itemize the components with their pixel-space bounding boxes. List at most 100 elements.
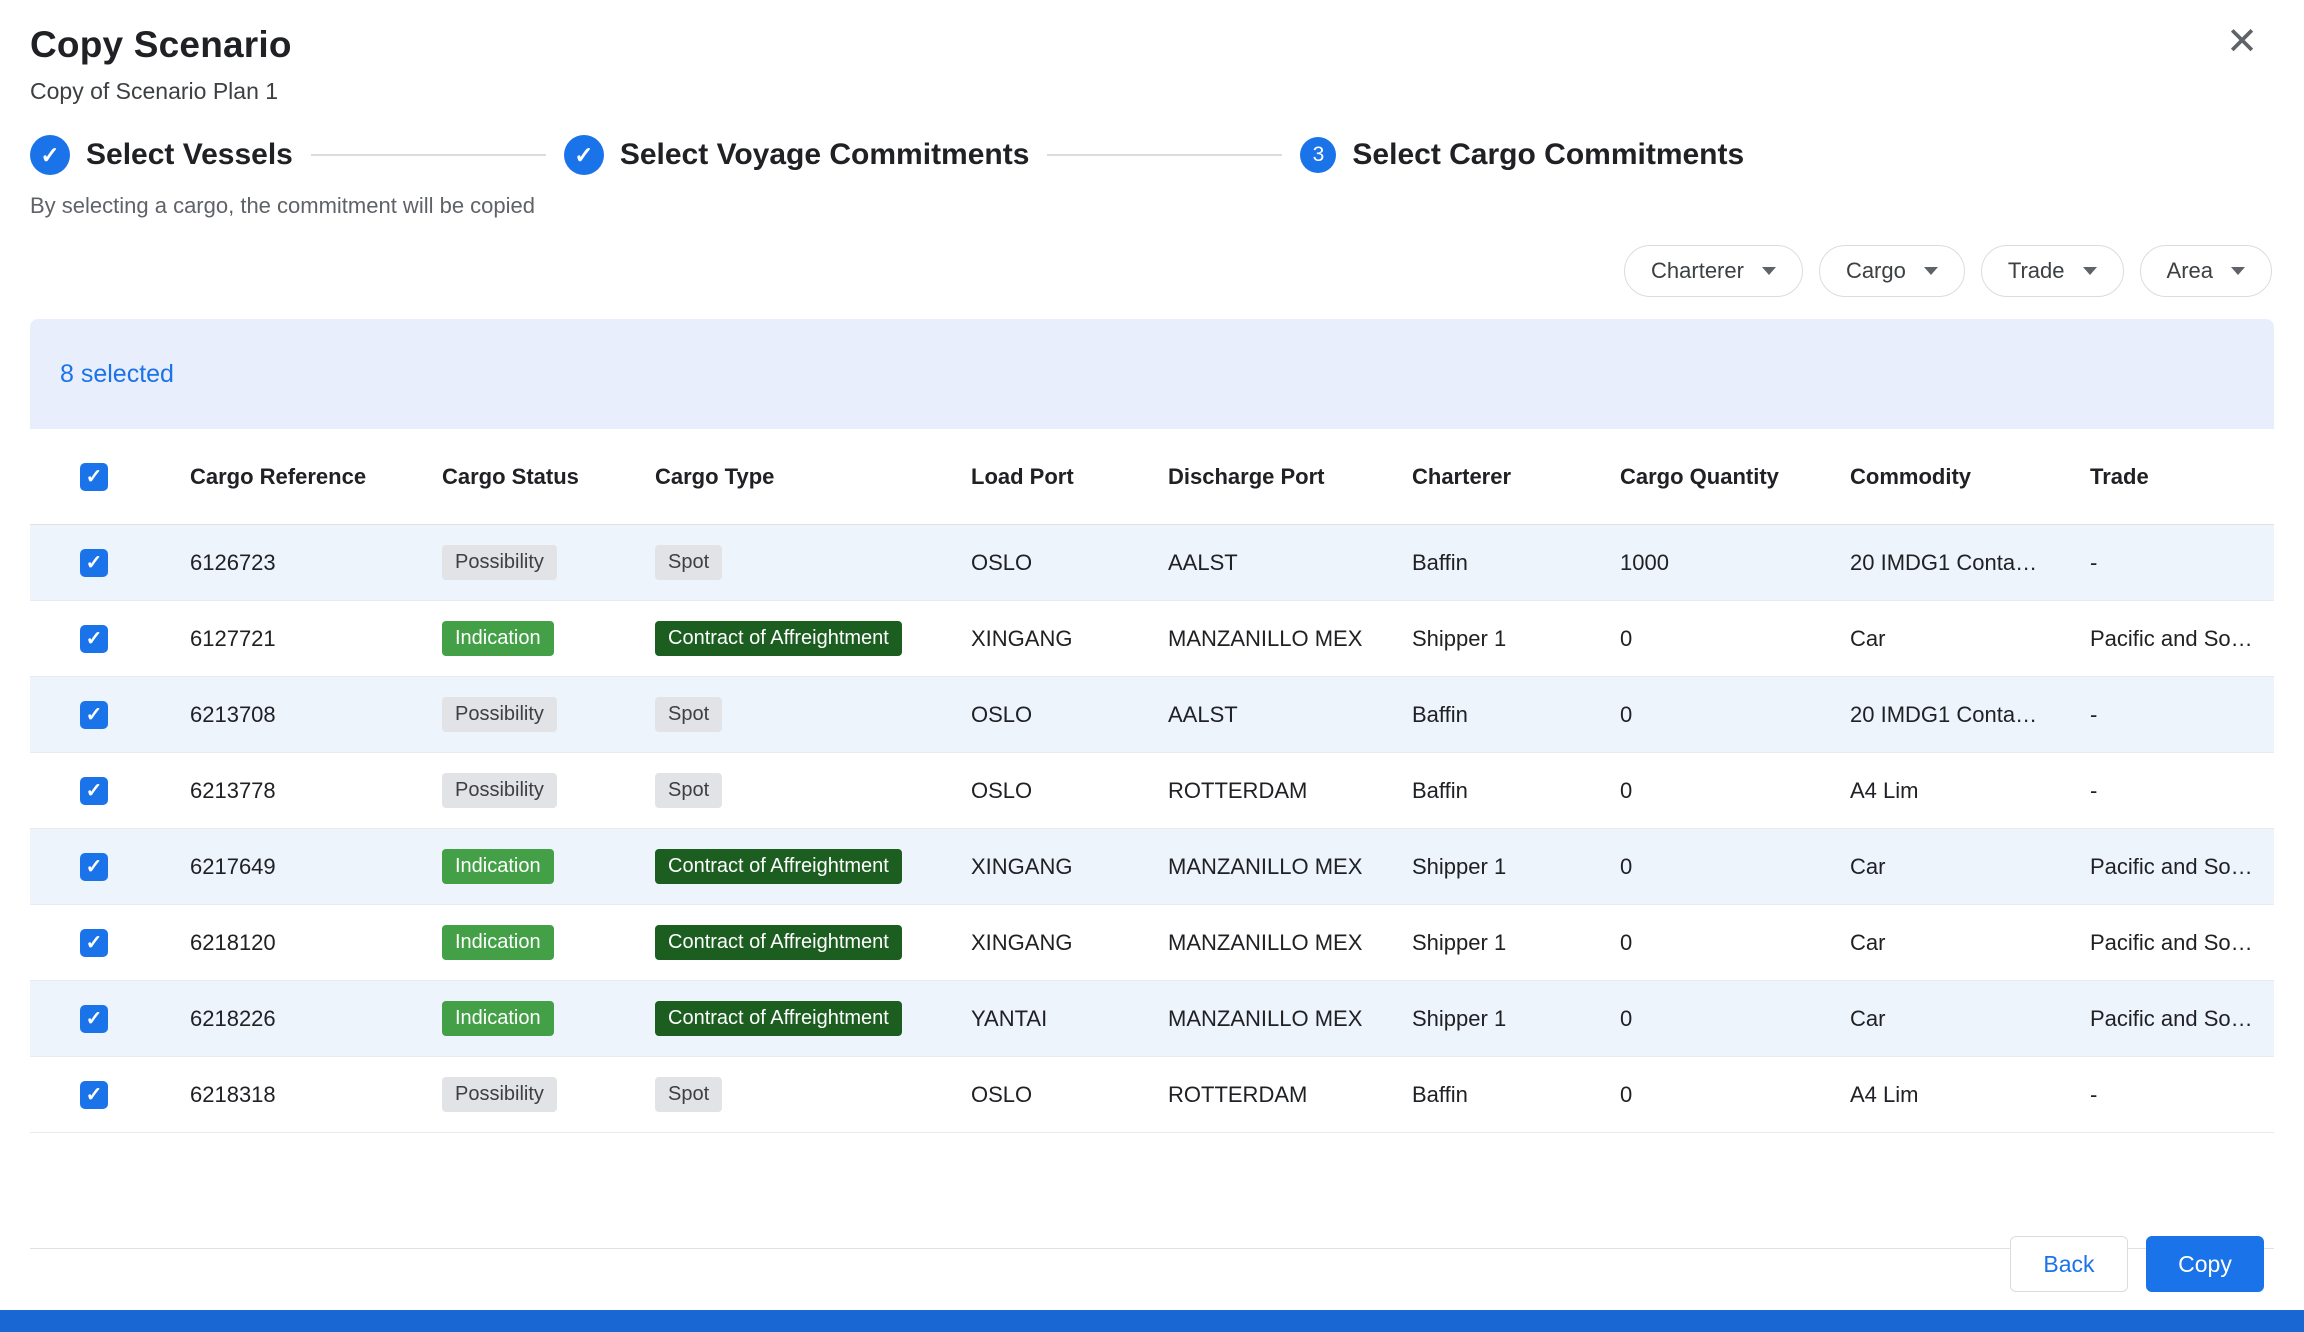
charterer-value: Shipper 1 bbox=[1412, 854, 1620, 880]
filter-charterer[interactable]: Charterer bbox=[1624, 245, 1803, 297]
discharge-port-value: MANZANILLO MEX bbox=[1168, 626, 1412, 652]
load-port-value: OSLO bbox=[971, 702, 1168, 728]
table-row[interactable]: 6126723 Possibility Spot OSLO AALST Baff… bbox=[30, 525, 2274, 601]
cargo-status-badge: Possibility bbox=[442, 545, 557, 580]
row-checkbox[interactable] bbox=[80, 777, 108, 805]
page-title: Copy Scenario bbox=[30, 24, 2264, 66]
load-port-value: XINGANG bbox=[971, 854, 1168, 880]
step-select-voyage-commitments[interactable]: Select Voyage Commitments bbox=[564, 135, 1030, 175]
step-select-vessels[interactable]: Select Vessels bbox=[30, 135, 293, 175]
table-row[interactable]: 6218226 Indication Contract of Affreight… bbox=[30, 981, 2274, 1057]
select-all-checkbox[interactable] bbox=[80, 463, 108, 491]
table-body: 6126723 Possibility Spot OSLO AALST Baff… bbox=[30, 525, 2274, 1133]
cargo-quantity-value: 0 bbox=[1620, 1082, 1850, 1108]
trade-value: Pacific and So… bbox=[2090, 626, 2274, 652]
load-port-value: OSLO bbox=[971, 550, 1168, 576]
commodity-value: A4 Lim bbox=[1850, 1082, 2090, 1108]
table-row[interactable]: 6218120 Indication Contract of Affreight… bbox=[30, 905, 2274, 981]
discharge-port-value: AALST bbox=[1168, 550, 1412, 576]
back-button[interactable]: Back bbox=[2010, 1236, 2128, 1292]
cargo-reference-value: 6218318 bbox=[190, 1082, 442, 1108]
filter-area[interactable]: Area bbox=[2140, 245, 2272, 297]
row-checkbox[interactable] bbox=[80, 625, 108, 653]
row-checkbox[interactable] bbox=[80, 701, 108, 729]
cargo-reference-value: 6217649 bbox=[190, 854, 442, 880]
chevron-down-icon bbox=[2083, 267, 2097, 275]
table-row[interactable]: 6213708 Possibility Spot OSLO AALST Baff… bbox=[30, 677, 2274, 753]
charterer-value: Baffin bbox=[1412, 1082, 1620, 1108]
cargo-status-badge: Possibility bbox=[442, 773, 557, 808]
cargo-type-badge: Contract of Affreightment bbox=[655, 1001, 902, 1036]
cargo-type-badge: Contract of Affreightment bbox=[655, 849, 902, 884]
trade-value: Pacific and So… bbox=[2090, 1006, 2274, 1032]
cargo-quantity-value: 0 bbox=[1620, 930, 1850, 956]
copy-button[interactable]: Copy bbox=[2146, 1236, 2264, 1292]
table-row[interactable]: 6213778 Possibility Spot OSLO ROTTERDAM … bbox=[30, 753, 2274, 829]
table-header-row: Cargo Reference Cargo Status Cargo Type … bbox=[30, 429, 2274, 525]
table-row[interactable]: 6127721 Indication Contract of Affreight… bbox=[30, 601, 2274, 677]
filter-label: Charterer bbox=[1651, 258, 1744, 284]
load-port-value: XINGANG bbox=[971, 626, 1168, 652]
close-icon[interactable] bbox=[2218, 18, 2266, 66]
trade-value: - bbox=[2090, 778, 2274, 804]
discharge-port-value: MANZANILLO MEX bbox=[1168, 854, 1412, 880]
charterer-value: Baffin bbox=[1412, 778, 1620, 804]
row-checkbox[interactable] bbox=[80, 1081, 108, 1109]
filter-label: Cargo bbox=[1846, 258, 1906, 284]
filter-trade[interactable]: Trade bbox=[1981, 245, 2124, 297]
selection-count: 8 selected bbox=[60, 360, 174, 389]
cargo-reference-value: 6126723 bbox=[190, 550, 442, 576]
step-label: Select Cargo Commitments bbox=[1352, 138, 1744, 172]
step-select-cargo-commitments[interactable]: 3 Select Cargo Commitments bbox=[1300, 137, 1744, 173]
commodity-value: 20 IMDG1 Conta… bbox=[1850, 702, 2090, 728]
column-header-cargo-quantity: Cargo Quantity bbox=[1620, 462, 1850, 492]
discharge-port-value: ROTTERDAM bbox=[1168, 1082, 1412, 1108]
charterer-value: Baffin bbox=[1412, 550, 1620, 576]
table-row[interactable]: 6217649 Indication Contract of Affreight… bbox=[30, 829, 2274, 905]
row-checkbox[interactable] bbox=[80, 1005, 108, 1033]
row-checkbox[interactable] bbox=[80, 853, 108, 881]
commodity-value: Car bbox=[1850, 930, 2090, 956]
check-icon bbox=[30, 135, 70, 175]
step-label: Select Voyage Commitments bbox=[620, 138, 1030, 172]
cargo-quantity-value: 1000 bbox=[1620, 550, 1850, 576]
column-header-trade: Trade bbox=[2090, 462, 2274, 492]
load-port-value: YANTAI bbox=[971, 1006, 1168, 1032]
discharge-port-value: ROTTERDAM bbox=[1168, 778, 1412, 804]
modal-header: Copy Scenario Copy of Scenario Plan 1 bbox=[0, 0, 2304, 105]
commodity-value: A4 Lim bbox=[1850, 778, 2090, 804]
cargo-status-badge: Possibility bbox=[442, 1077, 557, 1112]
trade-value: - bbox=[2090, 702, 2274, 728]
cargo-type-badge: Spot bbox=[655, 773, 722, 808]
load-port-value: OSLO bbox=[971, 1082, 1168, 1108]
charterer-value: Shipper 1 bbox=[1412, 930, 1620, 956]
load-port-value: XINGANG bbox=[971, 930, 1168, 956]
column-header-load-port: Load Port bbox=[971, 462, 1168, 492]
cargo-type-badge: Spot bbox=[655, 697, 722, 732]
column-header-cargo-type: Cargo Type bbox=[655, 462, 971, 492]
cargo-quantity-value: 0 bbox=[1620, 702, 1850, 728]
column-header-discharge-port: Discharge Port bbox=[1168, 462, 1412, 492]
step-number-badge: 3 bbox=[1300, 137, 1336, 173]
row-checkbox[interactable] bbox=[80, 929, 108, 957]
cargo-status-badge: Indication bbox=[442, 925, 554, 960]
footer-actions: Back Copy bbox=[2010, 1236, 2264, 1292]
discharge-port-value: AALST bbox=[1168, 702, 1412, 728]
cargo-quantity-value: 0 bbox=[1620, 1006, 1850, 1032]
step-connector bbox=[311, 154, 546, 156]
table-row[interactable]: 6218318 Possibility Spot OSLO ROTTERDAM … bbox=[30, 1057, 2274, 1133]
cargo-type-badge: Contract of Affreightment bbox=[655, 925, 902, 960]
filter-label: Trade bbox=[2008, 258, 2065, 284]
commodity-value: Car bbox=[1850, 1006, 2090, 1032]
check-icon bbox=[564, 135, 604, 175]
row-checkbox[interactable] bbox=[80, 549, 108, 577]
cargo-quantity-value: 0 bbox=[1620, 854, 1850, 880]
cargo-table: 8 selected Cargo Reference Cargo Status … bbox=[30, 319, 2274, 1249]
column-header-charterer: Charterer bbox=[1412, 462, 1620, 492]
cargo-status-badge: Indication bbox=[442, 1001, 554, 1036]
filter-cargo[interactable]: Cargo bbox=[1819, 245, 1965, 297]
column-header-cargo-status: Cargo Status bbox=[442, 462, 655, 492]
page-subtitle: Copy of Scenario Plan 1 bbox=[30, 78, 2264, 105]
charterer-value: Shipper 1 bbox=[1412, 1006, 1620, 1032]
commodity-value: 20 IMDG1 Conta… bbox=[1850, 550, 2090, 576]
